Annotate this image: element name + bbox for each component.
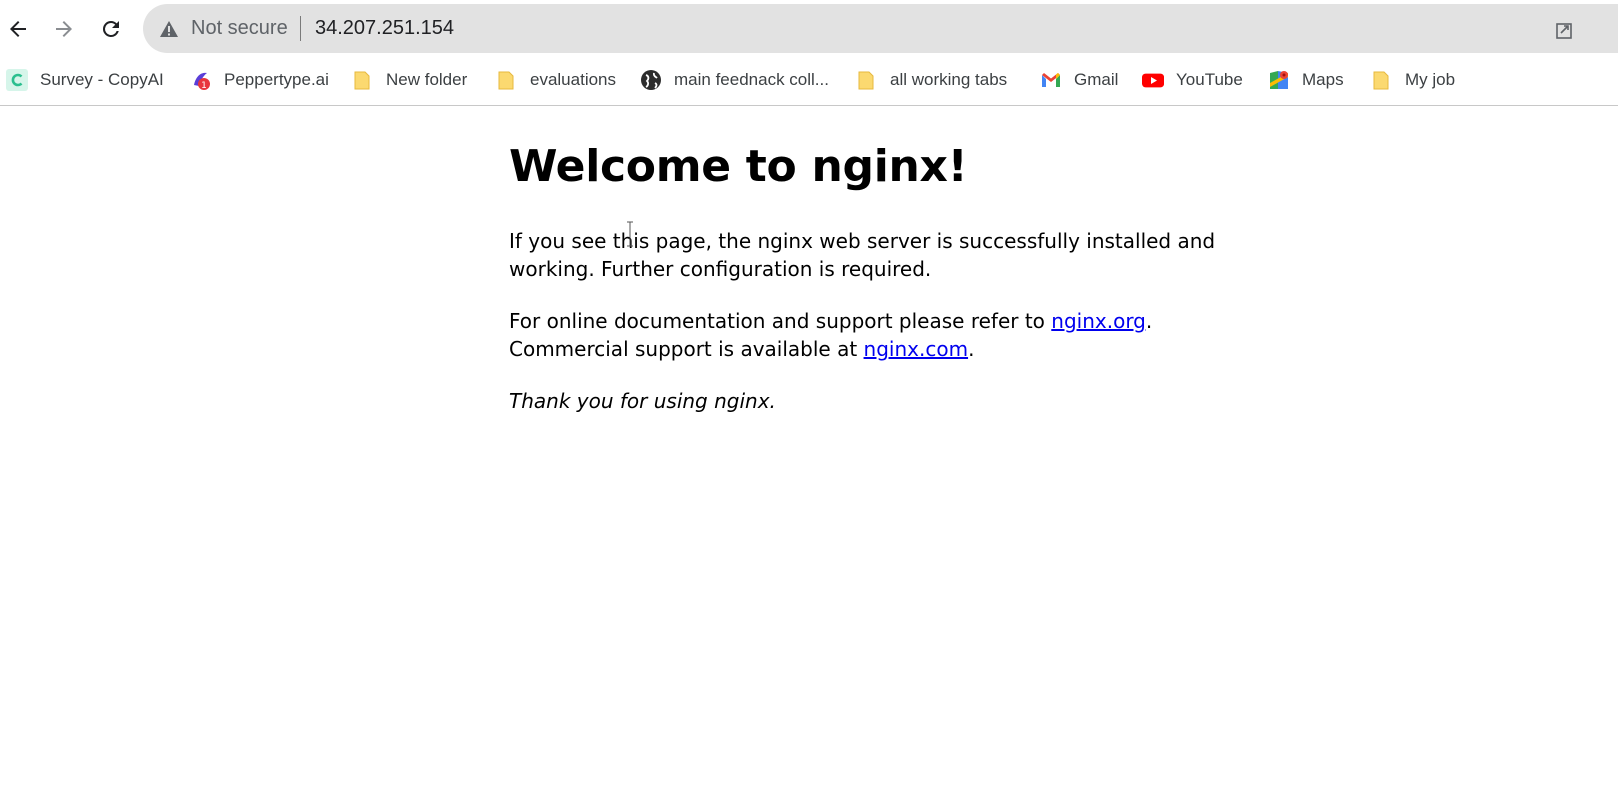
bookmark-label: YouTube — [1176, 70, 1243, 89]
bookmark-label: all working tabs — [890, 70, 1008, 89]
bookmark-label: Gmail — [1074, 70, 1119, 89]
share-icon[interactable] — [1556, 20, 1572, 40]
back-button[interactable] — [1, 12, 35, 46]
bookmark-my-job[interactable]: My job — [1371, 66, 1455, 94]
bookmark-evaluations[interactable]: evaluations — [496, 66, 616, 94]
folder-icon — [354, 71, 370, 90]
nginx-welcome: Welcome to nginx! If you see this page, … — [509, 137, 1269, 415]
bookmark-maps[interactable]: Maps — [1268, 66, 1344, 94]
maps-icon — [1270, 71, 1288, 89]
youtube-icon — [1142, 73, 1164, 88]
reload-icon — [102, 20, 119, 37]
bookmark-peppertype[interactable]: 1 Peppertype.ai — [190, 66, 329, 94]
bookmark-youtube[interactable]: YouTube — [1142, 66, 1243, 94]
bookmark-gmail[interactable]: Gmail — [1040, 66, 1118, 94]
peppertype-icon: 1 — [194, 72, 210, 91]
security-status-label[interactable]: Not secure — [191, 17, 288, 40]
url-text[interactable]: 34.207.251.154 — [315, 17, 454, 40]
bookmark-new-folder[interactable]: New folder — [352, 66, 467, 94]
nginx-com-link[interactable]: nginx.com — [864, 337, 969, 361]
svg-text:1: 1 — [201, 81, 207, 91]
arrow-left-icon — [10, 21, 26, 37]
forward-button[interactable] — [47, 12, 81, 46]
bookmark-label: main feednack coll... — [674, 70, 829, 89]
warning-icon[interactable] — [159, 20, 179, 38]
page-content: Welcome to nginx! If you see this page, … — [0, 107, 1618, 808]
address-bar[interactable]: Not secure 34.207.251.154 — [143, 4, 1618, 53]
folder-icon — [1373, 71, 1389, 90]
folder-icon — [498, 71, 514, 90]
bookmark-label: Peppertype.ai — [224, 70, 329, 89]
browser-toolbar: Not secure 34.207.251.154 — [0, 0, 1618, 58]
commercial-period: . — [968, 337, 975, 361]
support-paragraph: For online documentation and support ple… — [509, 307, 1269, 363]
bookmark-all-working-tabs[interactable]: all working tabs — [856, 66, 1007, 94]
reload-button[interactable] — [94, 12, 128, 46]
thanks-paragraph: Thank you for using nginx. — [509, 387, 1269, 415]
nginx-org-link[interactable]: nginx.org — [1051, 309, 1146, 333]
bookmark-label: Survey - CopyAI — [40, 70, 164, 89]
arrow-right-icon — [56, 21, 72, 37]
support-text: For online documentation and support ple… — [509, 309, 1052, 333]
text-cursor-icon — [627, 221, 633, 247]
bookmark-label: evaluations — [530, 70, 617, 89]
commercial-text: Commercial support is available at — [509, 337, 864, 361]
intro-paragraph: If you see this page, the nginx web serv… — [509, 229, 1216, 281]
address-divider — [300, 16, 301, 41]
globe-icon — [641, 70, 661, 90]
bookmark-main-feedback[interactable]: main feednack coll... — [640, 66, 829, 94]
folder-icon — [858, 71, 874, 90]
bookmark-label: My job — [1405, 70, 1456, 89]
bookmark-survey-copyai[interactable]: Survey - CopyAI — [6, 66, 164, 94]
bookmarks-bar: Survey - CopyAI 1 Peppertype.ai New fold… — [0, 58, 1618, 106]
copyai-icon — [6, 69, 28, 91]
bookmark-label: New folder — [386, 70, 468, 89]
support-period: . — [1145, 309, 1153, 333]
gmail-icon — [1042, 73, 1060, 87]
page-title: Welcome to nginx! — [509, 141, 968, 192]
bookmark-label: Maps — [1302, 70, 1344, 89]
thanks-text: Thank you for using nginx. — [509, 389, 776, 413]
